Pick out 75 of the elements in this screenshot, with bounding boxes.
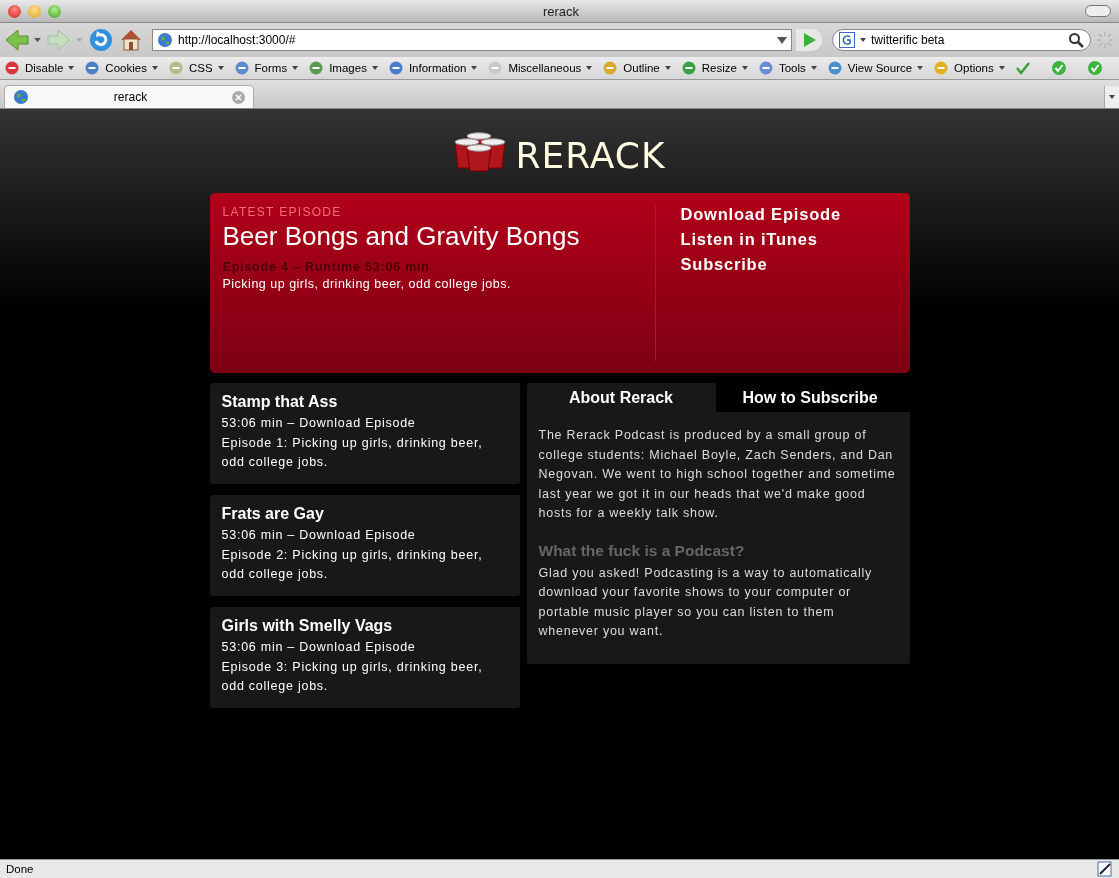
caret-icon [917,66,924,70]
caret-icon [471,66,478,70]
search-field[interactable]: twitterific beta [832,29,1091,51]
reload-icon[interactable] [88,27,114,53]
episode-runtime: 53:06 min – [221,416,296,430]
toolbar-menu[interactable]: Images [308,60,378,76]
toolbar-menu[interactable]: Resize [680,60,748,76]
caret-icon [586,66,593,70]
back-arrow-icon[interactable] [4,27,42,53]
download-link[interactable]: Download Episode [299,416,416,430]
caret-icon[interactable] [860,38,866,42]
section-label: LATEST EPISODE [222,205,343,219]
episode-meta: Episode 4 – Runtime 53:06 min [222,260,431,274]
episode-title[interactable]: Girls with Smelly Vags [221,617,508,635]
validator-icon[interactable] [1097,861,1113,877]
disable-icon [4,60,20,76]
tab-list-button[interactable] [1104,86,1119,108]
checkmark-icon[interactable] [1014,60,1031,76]
episode-description: Episode 1: Picking up girls, drinking beer, odd college jobs. [221,434,484,471]
spinner-icon [1095,30,1115,50]
episode-description: Episode 2: Picking up girls, drinking beer, odd college jobs. [221,546,484,583]
window-title: rerack [541,3,581,19]
caret-icon [68,66,75,70]
toolbar-menu[interactable]: Information [387,60,478,76]
caret-icon [371,66,378,70]
episode-title[interactable]: Frats are Gay [221,505,508,523]
episode-title[interactable]: Stamp that Ass [221,393,508,411]
download-link[interactable]: Download Episode [299,640,416,654]
caret-icon [217,66,224,70]
episode-description: Picking up girls, drinking beer, odd college jobs. [222,277,512,291]
episode-link[interactable]: Subscribe [680,255,897,274]
check-circle-icon[interactable] [1050,60,1067,76]
toolbar-menu[interactable]: Miscellaneous [487,60,593,76]
caret-icon [998,66,1005,70]
toolbar-menu[interactable]: Tools [757,60,817,76]
caret-icon [151,66,158,70]
panel-tab[interactable]: How to Subscribe [715,383,905,412]
address-field[interactable]: http://localhost:3000/# [152,29,792,51]
caret-icon [664,66,671,70]
episode-description: Episode 3: Picking up girls, drinking beer, odd college jobs. [221,658,484,695]
episode-link[interactable]: Download Episode [680,205,897,224]
toolbar-menu[interactable]: Outline [602,60,671,76]
section-heading: What the fuck is a Podcast? [538,541,746,560]
globe-icon [157,32,173,48]
toolbar-menu[interactable]: Options [933,60,1005,76]
about-paragraph: The Rerack Podcast is produced by a small group of college students: Michael Boyle, Zach Senders, and Dan Negovan. We went to high school together and sometime last year we got it in our heads that we'd make good hosts for a weekly talk show. [538,427,897,522]
history-dropdown-icon[interactable] [777,36,787,44]
status-text: Done [6,863,34,875]
toolbar-menu[interactable]: Forms [233,60,299,76]
download-link[interactable]: Download Episode [299,528,416,542]
toolbar-menu[interactable]: View Source [826,60,924,76]
toolbar-menu[interactable]: Disable [4,60,75,76]
caret-icon [292,66,299,70]
episode-title: Beer Bongs and Gravity Bongs [222,221,581,252]
search-engine-icon[interactable] [839,32,855,48]
caret-icon [741,66,748,70]
panel-tab[interactable]: About Rerack [526,383,716,412]
site-logo[interactable]: RERACK [515,134,666,176]
episode-link[interactable]: Listen in iTunes [680,230,897,249]
search-icon[interactable] [1068,32,1084,48]
caret-icon [810,66,817,70]
toolbar-toggle-icon[interactable] [1085,5,1111,17]
globe-icon [13,89,29,105]
browser-tab[interactable]: rerack [4,85,254,108]
close-icon[interactable] [8,4,21,18]
url-text: http://localhost:3000/# [178,33,297,47]
toolbar-menu[interactable]: Cookies [84,60,158,76]
about-paragraph: Glad you asked! Podcasting is a way to automatically download your favorite shows to your computer or portable music player so you can listen to them whenever you want. [538,564,874,640]
zoom-icon[interactable] [48,4,61,18]
episode-runtime: 53:06 min – [221,528,296,542]
episode-runtime: 53:06 min – [221,640,296,654]
close-tab-icon[interactable] [232,90,245,104]
toolbar-menu[interactable]: CSS [167,60,224,76]
check-circle-icon[interactable] [1086,60,1103,76]
search-text: twitterific beta [871,33,946,47]
